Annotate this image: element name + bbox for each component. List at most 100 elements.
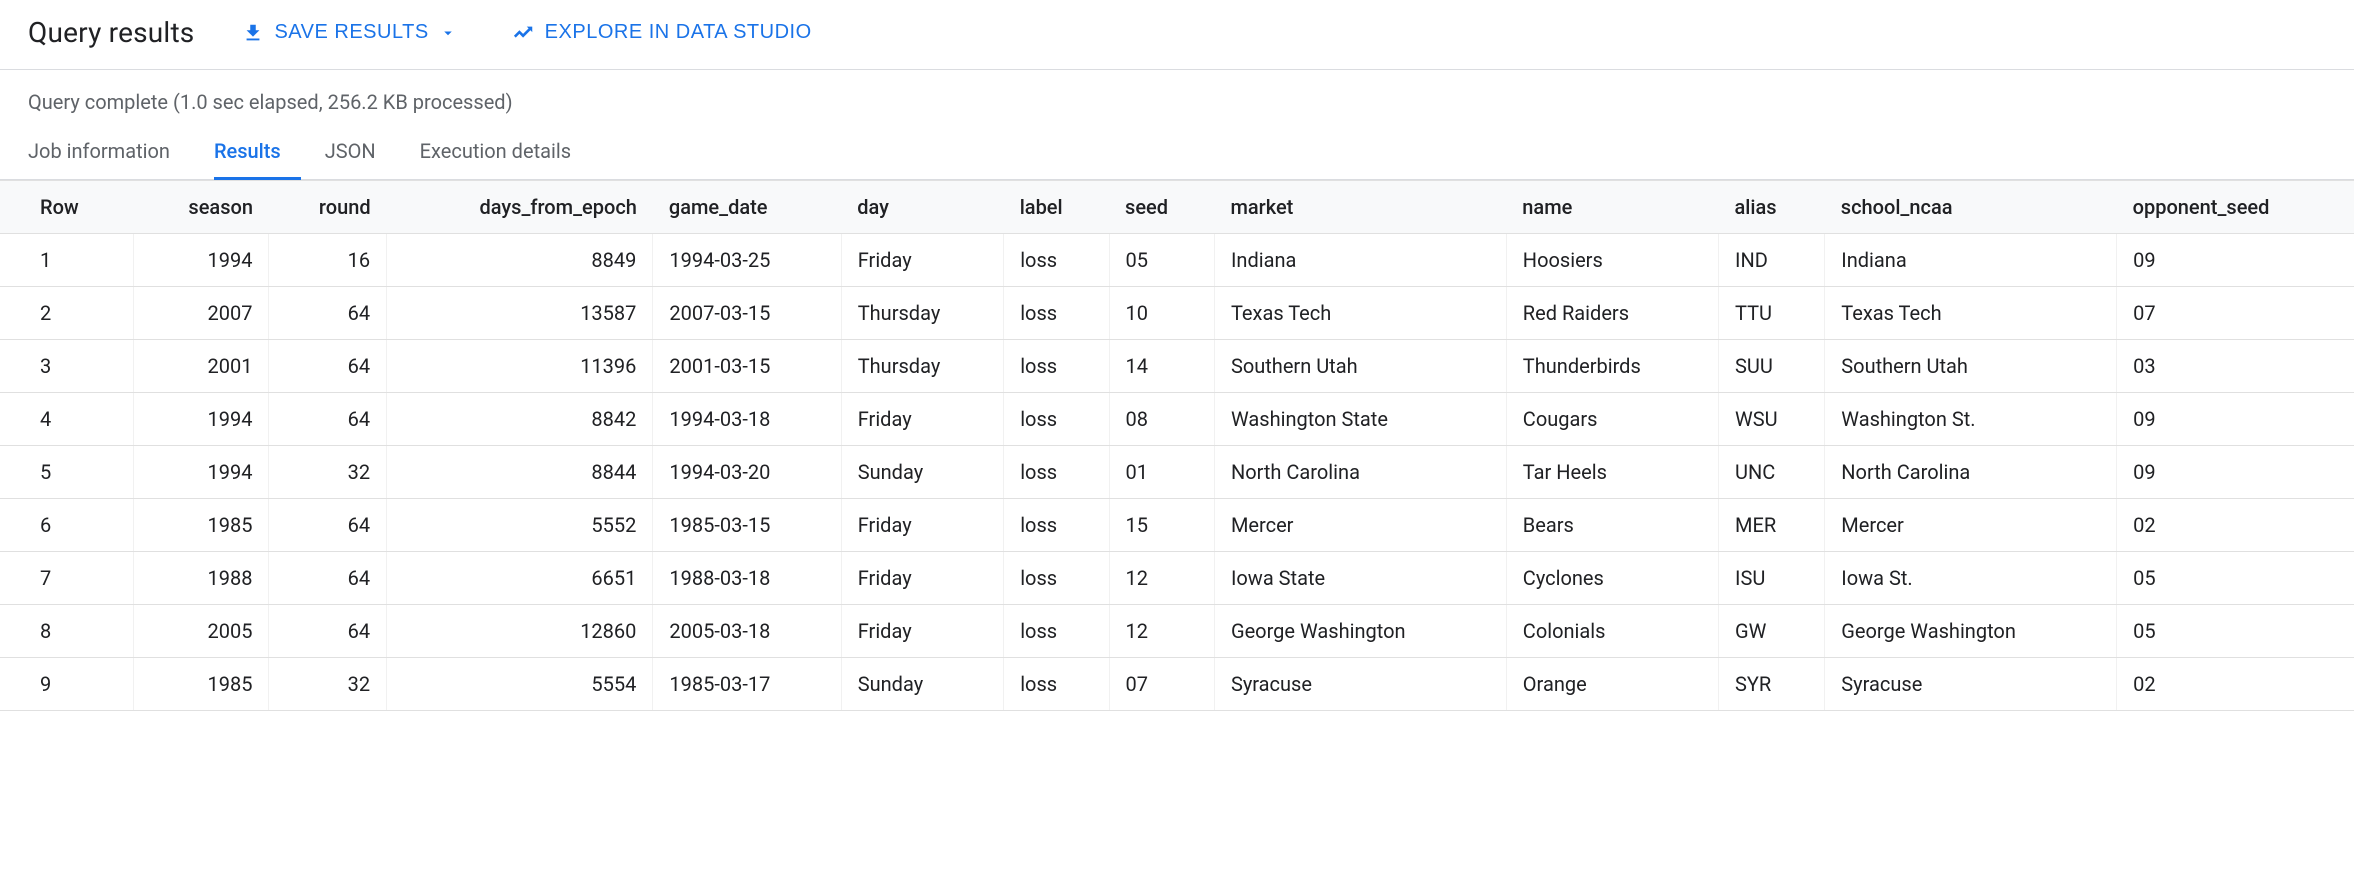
cell-row: 5 bbox=[0, 446, 133, 499]
cell-row: 4 bbox=[0, 393, 133, 446]
cell-day: Friday bbox=[841, 605, 1003, 658]
cell-days_from_epoch: 12860 bbox=[387, 605, 653, 658]
cell-round: 32 bbox=[269, 658, 387, 711]
cell-day: Friday bbox=[841, 552, 1003, 605]
cell-alias: SUU bbox=[1719, 340, 1825, 393]
cell-season: 2007 bbox=[133, 287, 269, 340]
column-header-season: season bbox=[133, 181, 269, 234]
cell-row: 2 bbox=[0, 287, 133, 340]
cell-seed: 05 bbox=[1109, 234, 1214, 287]
cell-school_ncaa: Mercer bbox=[1825, 499, 2117, 552]
cell-days_from_epoch: 6651 bbox=[387, 552, 653, 605]
cell-days_from_epoch: 8844 bbox=[387, 446, 653, 499]
chart-icon bbox=[513, 22, 535, 44]
cell-season: 1994 bbox=[133, 446, 269, 499]
cell-game_date: 1985-03-15 bbox=[653, 499, 841, 552]
cell-market: George Washington bbox=[1214, 605, 1506, 658]
column-header-round: round bbox=[269, 181, 387, 234]
tab-results[interactable]: Results bbox=[214, 127, 301, 180]
cell-season: 1994 bbox=[133, 234, 269, 287]
cell-season: 2001 bbox=[133, 340, 269, 393]
table-row: 3200164113962001-03-15Thursdayloss14Sout… bbox=[0, 340, 2354, 393]
column-header-name: name bbox=[1506, 181, 1718, 234]
cell-alias: SYR bbox=[1719, 658, 1825, 711]
cell-alias: UNC bbox=[1719, 446, 1825, 499]
cell-name: Orange bbox=[1506, 658, 1718, 711]
tab-execution-details[interactable]: Execution details bbox=[420, 127, 591, 180]
tabs-bar: Job information Results JSON Execution deta… bbox=[0, 126, 2354, 180]
table-row: 119941688491994-03-25Fridayloss05Indiana… bbox=[0, 234, 2354, 287]
cell-season: 2005 bbox=[133, 605, 269, 658]
table-row: 919853255541985-03-17Sundayloss07Syracus… bbox=[0, 658, 2354, 711]
cell-row: 9 bbox=[0, 658, 133, 711]
cell-seed: 12 bbox=[1109, 605, 1214, 658]
cell-school_ncaa: Syracuse bbox=[1825, 658, 2117, 711]
cell-row: 1 bbox=[0, 234, 133, 287]
header-bar: Query results SAVE RESULTS EXPLORE IN DA… bbox=[0, 0, 2354, 69]
cell-days_from_epoch: 11396 bbox=[387, 340, 653, 393]
page-title: Query results bbox=[28, 16, 194, 49]
cell-name: Hoosiers bbox=[1506, 234, 1718, 287]
cell-seed: 08 bbox=[1109, 393, 1214, 446]
cell-row: 8 bbox=[0, 605, 133, 658]
cell-alias: IND bbox=[1719, 234, 1825, 287]
column-header-day: day bbox=[841, 181, 1003, 234]
table-row: 8200564128602005-03-18Fridayloss12George… bbox=[0, 605, 2354, 658]
cell-label: loss bbox=[1004, 393, 1109, 446]
column-header-row: Row bbox=[0, 181, 133, 234]
column-header-market: market bbox=[1214, 181, 1506, 234]
column-header-days_from_epoch: days_from_epoch bbox=[387, 181, 653, 234]
cell-day: Sunday bbox=[841, 446, 1003, 499]
tab-job-information[interactable]: Job information bbox=[28, 127, 190, 180]
cell-round: 32 bbox=[269, 446, 387, 499]
cell-round: 64 bbox=[269, 605, 387, 658]
explore-data-studio-button[interactable]: EXPLORE IN DATA STUDIO bbox=[505, 17, 820, 48]
cell-name: Cyclones bbox=[1506, 552, 1718, 605]
cell-opponent_seed: 09 bbox=[2117, 393, 2354, 446]
cell-round: 64 bbox=[269, 287, 387, 340]
cell-opponent_seed: 02 bbox=[2117, 499, 2354, 552]
cell-label: loss bbox=[1004, 658, 1109, 711]
cell-label: loss bbox=[1004, 340, 1109, 393]
cell-opponent_seed: 09 bbox=[2117, 234, 2354, 287]
cell-label: loss bbox=[1004, 234, 1109, 287]
cell-opponent_seed: 02 bbox=[2117, 658, 2354, 711]
cell-seed: 10 bbox=[1109, 287, 1214, 340]
cell-market: Syracuse bbox=[1214, 658, 1506, 711]
download-icon bbox=[242, 22, 264, 44]
cell-round: 64 bbox=[269, 393, 387, 446]
save-results-button[interactable]: SAVE RESULTS bbox=[234, 17, 464, 48]
cell-opponent_seed: 05 bbox=[2117, 605, 2354, 658]
cell-seed: 07 bbox=[1109, 658, 1214, 711]
cell-day: Friday bbox=[841, 234, 1003, 287]
cell-school_ncaa: Iowa St. bbox=[1825, 552, 2117, 605]
cell-days_from_epoch: 5554 bbox=[387, 658, 653, 711]
query-status: Query complete (1.0 sec elapsed, 256.2 K… bbox=[0, 70, 2354, 126]
column-header-label: label bbox=[1004, 181, 1109, 234]
cell-game_date: 2005-03-18 bbox=[653, 605, 841, 658]
table-row: 719886466511988-03-18Fridayloss12Iowa St… bbox=[0, 552, 2354, 605]
column-header-opponent_seed: opponent_seed bbox=[2117, 181, 2354, 234]
explore-label: EXPLORE IN DATA STUDIO bbox=[545, 21, 812, 44]
cell-day: Thursday bbox=[841, 287, 1003, 340]
cell-game_date: 1988-03-18 bbox=[653, 552, 841, 605]
cell-day: Friday bbox=[841, 393, 1003, 446]
cell-label: loss bbox=[1004, 446, 1109, 499]
results-table: Rowseasonrounddays_from_epochgame_dateda… bbox=[0, 180, 2354, 711]
cell-game_date: 1985-03-17 bbox=[653, 658, 841, 711]
cell-market: Southern Utah bbox=[1214, 340, 1506, 393]
cell-game_date: 1994-03-20 bbox=[653, 446, 841, 499]
cell-market: Indiana bbox=[1214, 234, 1506, 287]
cell-season: 1994 bbox=[133, 393, 269, 446]
column-header-seed: seed bbox=[1109, 181, 1214, 234]
cell-label: loss bbox=[1004, 499, 1109, 552]
tab-json[interactable]: JSON bbox=[325, 127, 396, 180]
cell-day: Thursday bbox=[841, 340, 1003, 393]
column-header-game_date: game_date bbox=[653, 181, 841, 234]
cell-seed: 12 bbox=[1109, 552, 1214, 605]
cell-game_date: 2001-03-15 bbox=[653, 340, 841, 393]
cell-game_date: 1994-03-25 bbox=[653, 234, 841, 287]
cell-seed: 01 bbox=[1109, 446, 1214, 499]
cell-game_date: 1994-03-18 bbox=[653, 393, 841, 446]
cell-name: Colonials bbox=[1506, 605, 1718, 658]
